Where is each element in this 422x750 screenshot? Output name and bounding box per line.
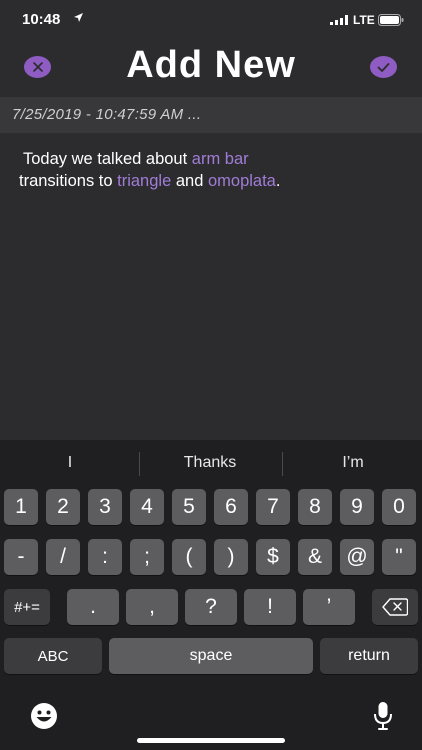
key-quote[interactable]: " [382,539,416,575]
note-text: and [171,172,208,190]
key-comma[interactable]: , [126,589,178,625]
key-6[interactable]: 6 [214,489,248,525]
key-semicolon[interactable]: ; [130,539,164,575]
network-label: LTE [353,13,375,27]
home-indicator[interactable] [137,738,285,743]
note-text: transitions to [19,172,118,190]
key-colon[interactable]: : [88,539,122,575]
key-period[interactable]: . [67,589,119,625]
key-symbols-mode[interactable]: #+= [4,589,50,625]
suggestion-1[interactable]: I [40,454,100,472]
highlight-arm-bar[interactable]: arm bar [192,150,249,168]
key-ampersand[interactable]: & [298,539,332,575]
key-1[interactable]: 1 [4,489,38,525]
date-bar[interactable]: 7/25/2019 - 10:47:59 AM ... [0,97,422,133]
key-open-paren[interactable]: ( [172,539,206,575]
keyboard-bottom-bar [0,698,422,738]
backspace-icon [382,598,408,616]
key-abc[interactable]: ABC [4,638,102,674]
key-4[interactable]: 4 [130,489,164,525]
key-0[interactable]: 0 [382,489,416,525]
page-title: Add New [126,44,296,86]
key-dollar[interactable]: $ [256,539,290,575]
suggestion-bar: I Thanks I’m [0,440,422,488]
highlight-omoplata[interactable]: omoplata [208,172,276,190]
space-bar[interactable]: space [109,638,313,674]
emoji-icon[interactable] [29,701,59,731]
suggestion-2[interactable]: Thanks [160,454,260,472]
microphone-icon[interactable] [372,701,394,731]
suggestion-divider [139,452,140,476]
key-5[interactable]: 5 [172,489,206,525]
keyboard: I Thanks I’m 1 2 3 4 5 6 7 8 9 0 - / : ;… [0,440,422,750]
nav-bar: Add New [0,40,422,95]
suggestion-divider [282,452,283,476]
delete-button[interactable] [372,589,418,625]
key-slash[interactable]: / [46,539,80,575]
key-question[interactable]: ? [185,589,237,625]
key-8[interactable]: 8 [298,489,332,525]
key-at[interactable]: @ [340,539,374,575]
return-button[interactable]: return [320,638,418,674]
key-close-paren[interactable]: ) [214,539,248,575]
note-text: . [275,172,281,190]
checkmark-icon [377,62,390,72]
key-7[interactable]: 7 [256,489,290,525]
status-bar: 10:48 LTE [0,0,422,40]
note-text-area[interactable]: Today we talked about arm bar transition… [19,148,403,192]
signal-icon [330,15,348,25]
key-2[interactable]: 2 [46,489,80,525]
key-3[interactable]: 3 [88,489,122,525]
note-text: Today we talked about [23,150,192,168]
key-9[interactable]: 9 [340,489,374,525]
location-arrow-icon [74,13,83,22]
highlight-triangle[interactable]: triangle [117,172,171,190]
key-exclamation[interactable]: ! [244,589,296,625]
done-button[interactable] [370,56,397,78]
status-time: 10:48 [22,11,61,28]
key-apostrophe[interactable]: ’ [303,589,355,625]
suggestion-3[interactable]: I’m [313,454,393,472]
key-hyphen[interactable]: - [4,539,38,575]
battery-icon [378,14,404,26]
date-label: 7/25/2019 - 10:47:59 AM ... [12,106,202,123]
